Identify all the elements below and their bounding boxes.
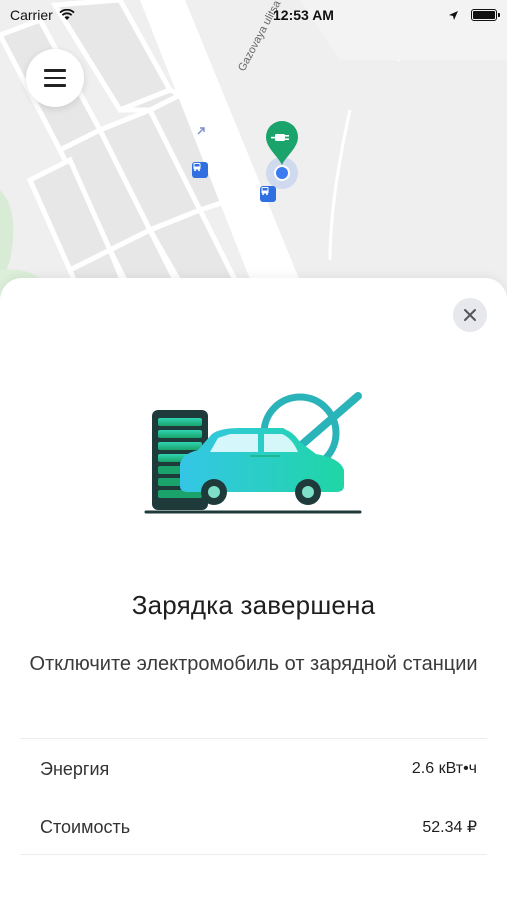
cost-row: Стоимость 52.34 ₽	[40, 812, 477, 842]
one-way-arrow-icon	[197, 127, 205, 135]
energy-row: Энергия 2.6 кВт•ч	[40, 754, 477, 784]
menu-button[interactable]	[26, 49, 84, 107]
energy-value: 2.6 кВт•ч	[411, 760, 477, 777]
hamburger-menu-icon	[44, 69, 66, 87]
close-icon	[464, 309, 476, 321]
charging-station-marker[interactable]	[264, 120, 300, 166]
carrier-label: Carrier	[10, 7, 53, 23]
sheet-subtitle: Отключите электромобиль от зарядной стан…	[29, 653, 478, 675]
battery-icon	[471, 9, 500, 21]
charging-complete-sheet: Зарядка завершена Отключите электромобил…	[0, 278, 507, 900]
bus-stop-icon[interactable]	[260, 186, 276, 202]
wifi-icon	[59, 9, 75, 20]
charging-complete-illustration	[144, 392, 362, 514]
bus-stop-icon[interactable]	[192, 162, 208, 178]
energy-label: Энергия	[40, 758, 110, 779]
cost-label: Стоимость	[40, 816, 131, 837]
close-button[interactable]	[453, 298, 487, 332]
status-bar: Carrier 12:53 AM	[0, 0, 507, 30]
divider	[20, 854, 487, 855]
sheet-title: Зарядка завершена	[131, 590, 376, 620]
location-arrow-icon	[449, 10, 458, 20]
status-time: 12:53 AM	[273, 7, 334, 23]
divider	[20, 738, 487, 739]
cost-value: 52.34 ₽	[422, 819, 477, 836]
